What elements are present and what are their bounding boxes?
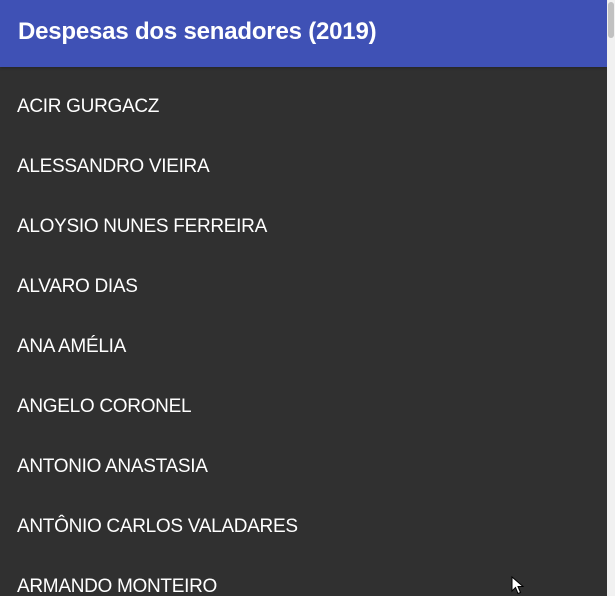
list-item-label: ANA AMÉLIA [17,336,126,357]
senator-list: ACIR GURGACZ ALESSANDRO VIEIRA ALOYSIO N… [0,67,607,596]
app-bar: Despesas dos senadores (2019) [0,0,607,67]
list-item-label: ARMANDO MONTEIRO [17,576,217,596]
list-item[interactable]: ALVARO DIAS [0,257,607,317]
list-item-label: ANTONIO ANASTASIA [17,456,208,477]
page-title: Despesas dos senadores (2019) [18,17,377,45]
list-item[interactable]: ANA AMÉLIA [0,317,607,377]
scrollbar-thumb[interactable] [608,2,614,38]
app-window: Despesas dos senadores (2019) ACIR GURGA… [0,0,615,596]
list-item[interactable]: ANTÔNIO CARLOS VALADARES [0,497,607,557]
list-item[interactable]: ANTONIO ANASTASIA [0,437,607,497]
vertical-scrollbar[interactable] [607,0,615,596]
senator-list-container: ACIR GURGACZ ALESSANDRO VIEIRA ALOYSIO N… [0,67,607,596]
list-item-label: ANGELO CORONEL [17,396,192,417]
list-item[interactable]: ANGELO CORONEL [0,377,607,437]
list-item[interactable]: ALOYSIO NUNES FERREIRA [0,197,607,257]
list-item-label: ANTÔNIO CARLOS VALADARES [17,516,298,537]
list-item-label: ACIR GURGACZ [17,96,160,117]
list-item-label: ALOYSIO NUNES FERREIRA [17,216,267,237]
list-item[interactable]: ACIR GURGACZ [0,77,607,137]
mouse-pointer-icon [511,576,525,595]
list-item-label: ALVARO DIAS [17,276,138,297]
list-item-label: ALESSANDRO VIEIRA [17,156,210,177]
list-item[interactable]: ALESSANDRO VIEIRA [0,137,607,197]
